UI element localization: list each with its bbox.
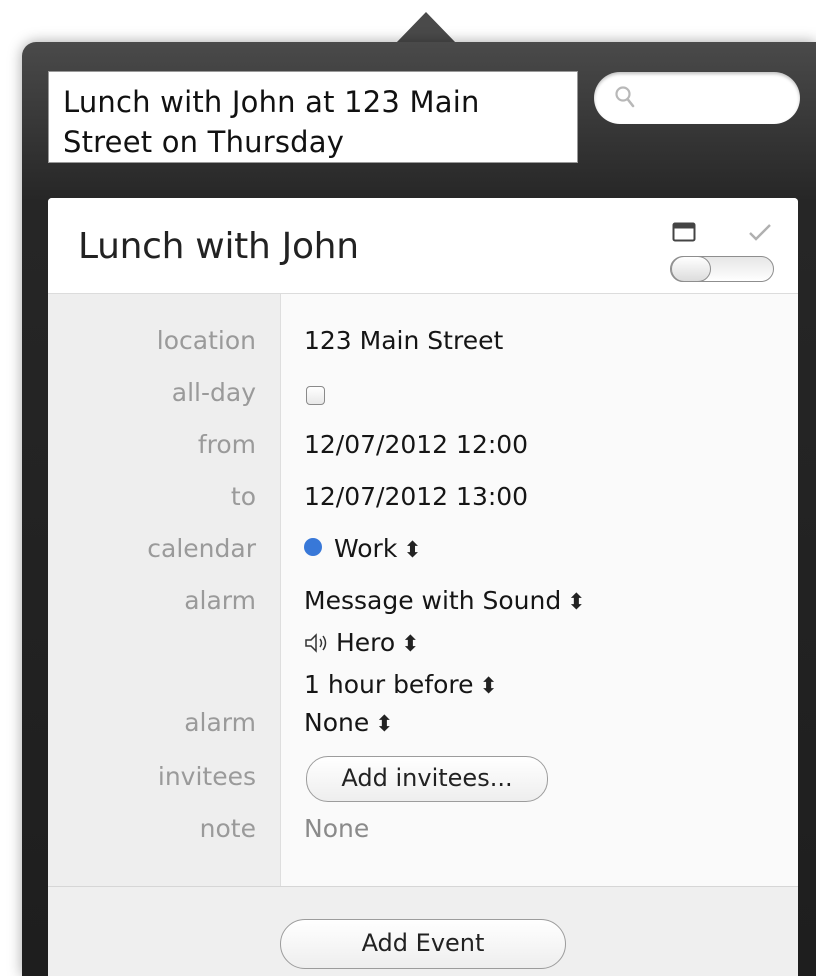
updown-stepper-icon: ⬍ [567,590,586,615]
event-header: Lunch with John [48,198,798,294]
calendar-color-dot [304,538,322,556]
checkmark-icon[interactable] [748,222,772,242]
location-label: location [156,326,256,355]
allday-label: all-day [171,378,256,407]
to-value[interactable]: 12/07/2012 13:00 [304,482,528,511]
alarm-sound-value: Hero [336,628,396,657]
from-label: from [197,430,256,459]
event-detail-panel: Lunch with John location all-day from to… [48,198,798,976]
updown-stepper-icon: ⬍ [403,538,422,563]
add-event-label: Add Event [361,929,485,957]
view-toggle-switch[interactable] [670,256,774,282]
alarm-label: alarm [184,586,256,615]
quick-event-text: Lunch with John at 123 Main Street on Th… [63,85,480,159]
location-value[interactable]: 123 Main Street [304,326,503,355]
to-label: to [230,482,256,511]
note-label: note [199,814,256,843]
calendar-view-icon[interactable] [672,222,696,242]
updown-stepper-icon: ⬍ [401,632,420,657]
add-event-button[interactable]: Add Event [280,919,566,969]
search-input[interactable] [642,82,786,114]
updown-stepper-icon: ⬍ [375,712,394,737]
calendar-select[interactable]: Work ⬍ [304,534,422,563]
quick-event-input[interactable]: Lunch with John at 123 Main Street on Th… [48,71,578,163]
alarm2-value: None [304,708,370,737]
event-title[interactable]: Lunch with John [78,226,359,267]
panel-footer: Add Event [48,886,798,976]
search-icon [615,86,635,108]
alarm-offset-value: 1 hour before [304,670,474,699]
search-field[interactable] [594,72,800,124]
alarm-type-value: Message with Sound [304,586,562,615]
alarm-type-select[interactable]: Message with Sound ⬍ [304,586,586,615]
add-invitees-label: Add invitees... [341,764,513,792]
alarm2-select[interactable]: None ⬍ [304,708,394,737]
calendar-value: Work [334,534,398,563]
speaker-icon [305,633,327,653]
alarm-sound-select[interactable]: Hero ⬍ [304,628,420,657]
note-value[interactable]: None [304,814,369,843]
add-invitees-button[interactable]: Add invitees... [306,756,548,802]
updown-stepper-icon: ⬍ [479,674,498,699]
toggle-knob [671,256,711,282]
alarm-offset-select[interactable]: 1 hour before ⬍ [304,670,498,699]
alarm2-label: alarm [184,708,256,737]
popover-arrow [396,12,456,43]
invitees-label: invitees [157,762,256,791]
allday-checkbox[interactable] [306,386,325,405]
calendar-label: calendar [147,534,256,563]
from-value[interactable]: 12/07/2012 12:00 [304,430,528,459]
